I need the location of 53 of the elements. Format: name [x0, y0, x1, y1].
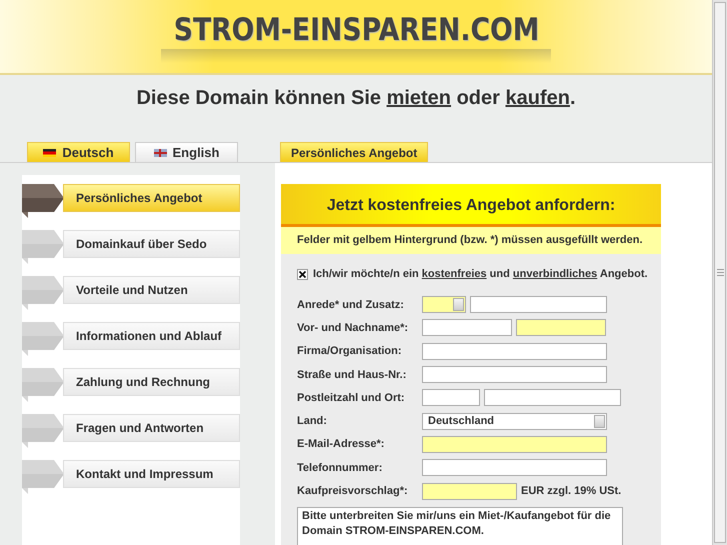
field-label: Land:	[297, 415, 328, 428]
flag-icon	[154, 148, 167, 156]
form-note: Felder mit gelbem Hintergrund (bzw. *) müssen ausgefüllt werden.	[281, 227, 661, 254]
input-field[interactable]	[484, 389, 621, 406]
site-logo: STROM-EINSPAREN.COM	[173, 12, 539, 48]
headline-link[interactable]: mieten	[386, 87, 452, 109]
input-field[interactable]	[516, 319, 606, 336]
arrow-tab-icon	[22, 460, 64, 494]
message-field[interactable]: Bitte unterbreiten Sie mir/uns ein Miet-/Kaufangebot für die Domain STROM-EINSPAREN.COM.	[297, 506, 623, 545]
dropdown[interactable]: Deutschland	[422, 412, 607, 430]
arrow-tab-icon	[22, 184, 64, 218]
field-label: Kaufpreisvorschlag*:	[297, 485, 409, 498]
arrow-tab-icon	[22, 368, 64, 402]
field-label: Postleitzahl und Ort:	[297, 392, 406, 404]
sidebar-item[interactable]: Persönliches Angebot	[63, 184, 240, 212]
input-field[interactable]	[422, 482, 517, 500]
arrow-tab-icon	[22, 230, 64, 264]
input-field[interactable]	[422, 436, 607, 453]
consent-link[interactable]: unverbindliches	[512, 268, 598, 280]
headline-link[interactable]: kaufen	[505, 87, 570, 109]
flag-icon	[43, 148, 56, 156]
sidebar-item[interactable]: Zahlung und Rechnung	[63, 368, 240, 396]
sidebar-item[interactable]: Domainkauf über Sedo	[63, 230, 240, 258]
field-label: Firma/Organisation:	[297, 345, 403, 358]
field-label: Straße und Haus-Nr.:	[297, 368, 408, 381]
field-label: Vor- und Nachname*:	[297, 322, 410, 334]
checkbox[interactable]	[297, 268, 308, 280]
field-label: Telefonnummer:	[297, 462, 384, 474]
language-tab[interactable]: Deutsch	[27, 142, 130, 162]
input-field[interactable]	[422, 342, 607, 360]
field-suffix: EUR zzgl. 19% USt.	[521, 485, 622, 498]
input-field[interactable]	[422, 319, 512, 336]
sidebar-item[interactable]: Kontakt und Impressum	[63, 460, 240, 488]
content-tab[interactable]: Persönliches Angebot	[280, 142, 428, 162]
consent-label: Ich/wir möchte/n ein kostenfreies und unverbindliches Angebot.	[313, 268, 648, 280]
input-field[interactable]	[422, 459, 607, 476]
headline: Diese Domain können Sie mieten oder kaufen.	[136, 87, 576, 111]
field-label: Anrede* und Zusatz:	[297, 298, 405, 311]
input-field[interactable]	[422, 366, 607, 384]
arrow-tab-icon	[22, 276, 64, 310]
arrow-tab-icon	[22, 322, 64, 356]
arrow-tab-icon	[22, 414, 64, 448]
form-title: Jetzt kostenfreies Angebot anfordern:	[281, 184, 661, 227]
sidebar-item[interactable]: Informationen und Ablauf	[63, 322, 240, 350]
dropdown[interactable]	[422, 296, 466, 314]
input-field[interactable]	[470, 296, 607, 314]
scrollbar[interactable]	[712, 0, 727, 545]
sidebar-item[interactable]: Fragen und Antworten	[63, 414, 240, 442]
language-tab[interactable]: English	[135, 142, 238, 162]
consent-link[interactable]: kostenfreies	[422, 268, 487, 280]
sidebar-item[interactable]: Vorteile und Nutzen	[63, 276, 240, 304]
input-field[interactable]	[422, 389, 480, 406]
field-label: E-Mail-Adresse*:	[297, 438, 386, 450]
